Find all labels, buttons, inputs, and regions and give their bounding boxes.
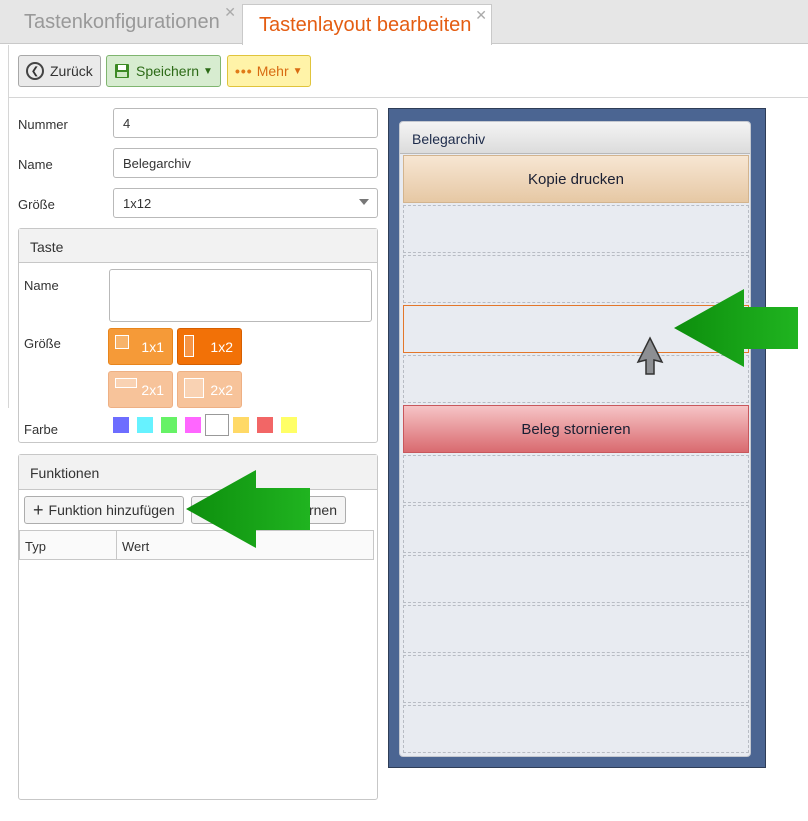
- color-swatch-blue[interactable]: [113, 417, 129, 433]
- size-1x1-icon: [115, 335, 129, 349]
- green-arrow-icon: [674, 289, 798, 367]
- number-label: Nummer: [18, 117, 68, 132]
- column-header-value[interactable]: Wert: [122, 539, 149, 554]
- key-slot-2[interactable]: [403, 205, 749, 253]
- size-1x2-icon: [184, 335, 194, 357]
- size-2x2-icon: [184, 378, 204, 398]
- close-icon[interactable]: ✕: [475, 7, 487, 24]
- chevron-down-icon: [359, 199, 369, 205]
- key-slot-8[interactable]: [403, 505, 749, 553]
- color-swatch-gold[interactable]: [233, 417, 249, 433]
- color-swatch-green[interactable]: [161, 417, 177, 433]
- key-panel-title: Taste: [19, 229, 377, 263]
- size-label: Größe: [18, 197, 55, 212]
- color-swatch-red[interactable]: [257, 417, 273, 433]
- size-1x2-label: 1x2: [210, 338, 233, 355]
- preview-title: Belegarchiv: [400, 122, 750, 154]
- size-value: 1x12: [123, 196, 152, 211]
- name-value: Belegarchiv: [123, 156, 191, 171]
- add-function-label: Funktion hinzufügen: [48, 502, 175, 518]
- chevron-down-icon: ▼: [203, 65, 213, 77]
- size-1x1-label: 1x1: [141, 338, 164, 355]
- number-value: 4: [123, 116, 131, 131]
- save-button-label: Speichern: [136, 63, 200, 79]
- plus-icon: +: [33, 499, 44, 520]
- close-icon[interactable]: ✕: [224, 4, 236, 21]
- key-name-field[interactable]: [109, 269, 372, 322]
- ellipsis-icon: •••: [235, 63, 253, 79]
- key-cancel-label: Beleg stornieren: [521, 420, 631, 438]
- tab-tastenlayout-bearbeiten[interactable]: Tastenlayout bearbeiten ✕: [242, 4, 492, 45]
- key-name-label: Name: [24, 278, 59, 293]
- add-function-button[interactable]: + Funktion hinzufügen: [24, 496, 184, 524]
- column-divider: [116, 531, 117, 559]
- name-label: Name: [18, 157, 53, 172]
- chevron-down-icon: ▼: [292, 65, 303, 77]
- size-1x1-button[interactable]: 1x1: [108, 328, 173, 365]
- name-field[interactable]: Belegarchiv: [113, 148, 378, 178]
- size-2x1-button[interactable]: 2x1: [108, 371, 173, 408]
- save-disk-icon: [115, 64, 129, 78]
- size-2x2-button[interactable]: 2x2: [177, 371, 242, 408]
- column-header-type[interactable]: Typ: [25, 539, 46, 554]
- more-button-label: Mehr: [256, 63, 289, 79]
- tab-bar: Tastenkonfigurationen ✕ Tastenlayout bea…: [0, 0, 808, 45]
- key-slot-12[interactable]: [403, 705, 749, 753]
- preview-panel: Belegarchiv Kopie drucken Beleg stornier…: [399, 121, 751, 757]
- key-copy-label: Kopie drucken: [528, 170, 624, 188]
- color-swatch-cyan[interactable]: [137, 417, 153, 433]
- key-slot-9[interactable]: [403, 555, 749, 603]
- key-slot-7[interactable]: [403, 455, 749, 503]
- back-button-label: Zurück: [50, 63, 93, 79]
- tab-label: Tastenlayout bearbeiten: [259, 13, 472, 36]
- more-button[interactable]: ••• Mehr ▼: [227, 55, 311, 87]
- color-swatch-magenta[interactable]: [185, 417, 201, 433]
- back-arrow-icon: ❮: [26, 62, 44, 80]
- key-slot-1[interactable]: Kopie drucken: [403, 155, 749, 203]
- number-field[interactable]: 4: [113, 108, 378, 138]
- key-color-label: Farbe: [24, 422, 58, 437]
- tab-tastenkonfigurationen[interactable]: Tastenkonfigurationen ✕: [8, 0, 240, 44]
- size-2x1-label: 2x1: [141, 381, 164, 398]
- remove-function-label: rnen: [308, 502, 337, 518]
- toolbar: ❮ Zurück Speichern ▼ ••• Mehr ▼: [8, 45, 808, 98]
- color-swatch-white-selected[interactable]: [205, 414, 229, 436]
- save-button[interactable]: Speichern ▼: [106, 55, 221, 87]
- key-slot-10[interactable]: [403, 605, 749, 653]
- size-2x2-label: 2x2: [210, 381, 233, 398]
- key-size-label: Größe: [24, 336, 61, 351]
- key-slot-11[interactable]: [403, 655, 749, 703]
- layout-preview: Belegarchiv Kopie drucken Beleg stornier…: [388, 108, 766, 768]
- tab-label: Tastenkonfigurationen: [24, 10, 220, 33]
- size-select[interactable]: 1x12: [113, 188, 378, 218]
- size-1x2-button[interactable]: 1x2: [177, 328, 242, 365]
- size-2x1-icon: [115, 378, 137, 388]
- key-slot-6[interactable]: Beleg stornieren: [403, 405, 749, 453]
- divider: [8, 98, 9, 408]
- mouse-cursor-icon: [636, 336, 664, 375]
- color-swatch-yellow[interactable]: [281, 417, 297, 433]
- back-button[interactable]: ❮ Zurück: [18, 55, 101, 87]
- green-arrow-icon: [186, 470, 310, 548]
